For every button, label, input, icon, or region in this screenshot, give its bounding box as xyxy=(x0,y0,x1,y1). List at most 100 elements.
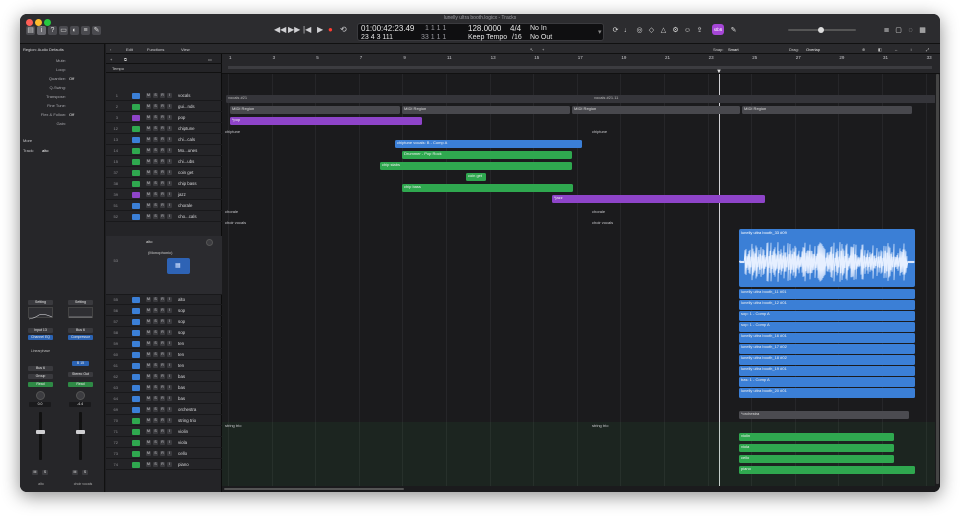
record-enable-button[interactable]: R xyxy=(160,451,165,456)
solo-button[interactable]: S xyxy=(153,451,158,456)
region-vocals[interactable]: vocals #21 vocals #21.11 xyxy=(226,95,936,103)
track-type-icon[interactable] xyxy=(132,93,140,99)
strip2-output[interactable]: Stereo Out xyxy=(68,372,93,377)
mute-button[interactable]: M xyxy=(146,374,151,379)
list-editors-icon[interactable]: ≣ xyxy=(882,26,891,35)
record-enable-button[interactable]: R xyxy=(160,319,165,324)
input-monitor-button[interactable]: I xyxy=(167,214,172,219)
input-monitor-button[interactable]: I xyxy=(167,407,172,412)
time-signature[interactable]: 4/4 xyxy=(510,25,521,33)
mute-button[interactable]: M xyxy=(146,126,151,131)
snap-value[interactable]: Smart xyxy=(728,47,739,52)
track-type-icon[interactable] xyxy=(132,363,140,369)
record-enable-button[interactable]: R xyxy=(160,104,165,109)
mute-button[interactable]: M xyxy=(146,451,151,456)
region-jazz[interactable]: *jazz xyxy=(552,195,765,203)
region-midi-4[interactable]: MIDI Region xyxy=(742,106,912,114)
input-monitor-button[interactable]: I xyxy=(167,341,172,346)
track-row[interactable]: 56 M S R Isop xyxy=(106,306,222,316)
track-row[interactable]: 2 M S R Igui...nds xyxy=(106,102,222,112)
vertical-zoom-icon[interactable]: ↕ xyxy=(910,47,912,52)
record-enable-button[interactable]: R xyxy=(160,148,165,153)
rewind-button[interactable]: ◀◀ xyxy=(274,25,286,35)
share-icon[interactable]: ⇪ xyxy=(695,26,704,35)
edit-menu[interactable]: Edit xyxy=(126,47,133,52)
track-type-icon[interactable] xyxy=(132,418,140,424)
input-monitor-button[interactable]: I xyxy=(167,308,172,313)
solo-button[interactable]: S xyxy=(153,319,158,324)
input-monitor-button[interactable]: I xyxy=(167,297,172,302)
track-type-icon[interactable] xyxy=(132,214,140,220)
editors-icon[interactable]: ✎ xyxy=(92,26,101,35)
strip2-pan-knob[interactable] xyxy=(76,391,85,400)
division[interactable]: /16 xyxy=(512,34,522,42)
more-disclosure[interactable]: More xyxy=(23,138,32,143)
track-type-icon[interactable] xyxy=(132,181,140,187)
input-monitor-button[interactable]: I xyxy=(167,115,172,120)
record-button[interactable]: ● xyxy=(328,25,333,35)
solo-button[interactable]: S xyxy=(153,440,158,445)
track-type-icon[interactable] xyxy=(132,451,140,457)
loop-browser-icon[interactable]: ◌ xyxy=(906,26,915,35)
playhead-handle-icon[interactable]: ▼ xyxy=(715,69,723,75)
project-badge[interactable]: stb6 xyxy=(712,24,724,35)
record-enable-button[interactable]: R xyxy=(160,115,165,120)
track-row[interactable]: 71 M S R Iviolin xyxy=(106,427,222,437)
scrollbar-thumb[interactable] xyxy=(224,488,404,490)
input-monitor-button[interactable]: I xyxy=(167,440,172,445)
region-booth-take[interactable]: bas: 1 - Comp A xyxy=(739,377,915,387)
volume-slider-knob[interactable] xyxy=(818,27,824,33)
add-track-icon[interactable]: + xyxy=(110,57,112,62)
mute-button[interactable]: M xyxy=(146,385,151,390)
quick-help-icon[interactable]: ? xyxy=(48,26,57,35)
strip1-setting[interactable]: Setting xyxy=(28,300,53,305)
pointer-tool-icon[interactable]: ↖ xyxy=(530,47,533,52)
region-chip-stabs[interactable]: chip stabs xyxy=(380,162,572,170)
track-row[interactable]: 39 M S R Ijazz xyxy=(106,190,222,200)
count-in-icon[interactable]: ◇ xyxy=(647,26,656,35)
track-row[interactable]: 69 M S R Iorchestra xyxy=(106,405,222,415)
track-row[interactable]: 74 M S R Ipiano xyxy=(106,460,222,470)
region-booth-take[interactable]: sop: 1 - Comp A xyxy=(739,311,915,321)
track-type-icon[interactable] xyxy=(132,374,140,380)
track-row[interactable]: 58 M S R Isop xyxy=(106,328,222,338)
mute-button[interactable]: M xyxy=(146,148,151,153)
cycle-range-bar[interactable] xyxy=(228,66,932,69)
record-enable-button[interactable]: R xyxy=(160,137,165,142)
record-enable-button[interactable]: R xyxy=(160,170,165,175)
cycle-button[interactable]: ⟲ xyxy=(340,25,347,35)
region-booth-take[interactable]: lunelly ultra booth_12 #01 xyxy=(739,300,915,310)
solo-button[interactable]: S xyxy=(153,352,158,357)
track-type-icon[interactable] xyxy=(132,407,140,413)
mute-button[interactable]: M xyxy=(146,104,151,109)
replace-icon[interactable]: ⟳ xyxy=(611,26,620,35)
duplicate-track-icon[interactable]: ⧉ xyxy=(124,57,127,62)
track-type-icon[interactable] xyxy=(132,170,140,176)
fit-icon[interactable]: ⤢ xyxy=(926,47,929,52)
strip2-badge[interactable]: B 15 xyxy=(72,361,89,366)
solo-button[interactable]: S xyxy=(153,126,158,131)
strip2-setting[interactable]: Setting xyxy=(68,300,93,305)
record-enable-button[interactable]: R xyxy=(160,363,165,368)
solo-button[interactable]: S xyxy=(153,192,158,197)
input-monitor-button[interactable]: I xyxy=(167,181,172,186)
mute-button[interactable]: M xyxy=(146,363,151,368)
region-cello[interactable]: cello xyxy=(739,455,894,463)
region-booth-take[interactable]: lunelly ultra booth_17 #02 xyxy=(739,344,915,354)
strip1-output[interactable]: Bus 6 xyxy=(28,366,53,371)
region-booth-main[interactable]: lunelly ultra booth_33 #09 xyxy=(739,229,915,287)
record-enable-button[interactable]: R xyxy=(160,352,165,357)
solo-button[interactable]: S xyxy=(153,170,158,175)
back-icon[interactable]: ‹ xyxy=(110,47,111,52)
record-enable-button[interactable]: R xyxy=(160,181,165,186)
mute-button[interactable]: M xyxy=(146,352,151,357)
track-row[interactable]: 55 M S R Ialto xyxy=(106,295,222,305)
record-enable-button[interactable]: R xyxy=(160,203,165,208)
strip1-plugin[interactable]: Channel EQ xyxy=(28,335,53,340)
mute-button[interactable]: M xyxy=(146,330,151,335)
view-menu[interactable]: View xyxy=(181,47,190,52)
mute-button[interactable]: M xyxy=(146,308,151,313)
track-type-icon[interactable] xyxy=(132,341,140,347)
track-row[interactable]: 73 M S R Icello xyxy=(106,449,222,459)
input-monitor-button[interactable]: I xyxy=(167,148,172,153)
